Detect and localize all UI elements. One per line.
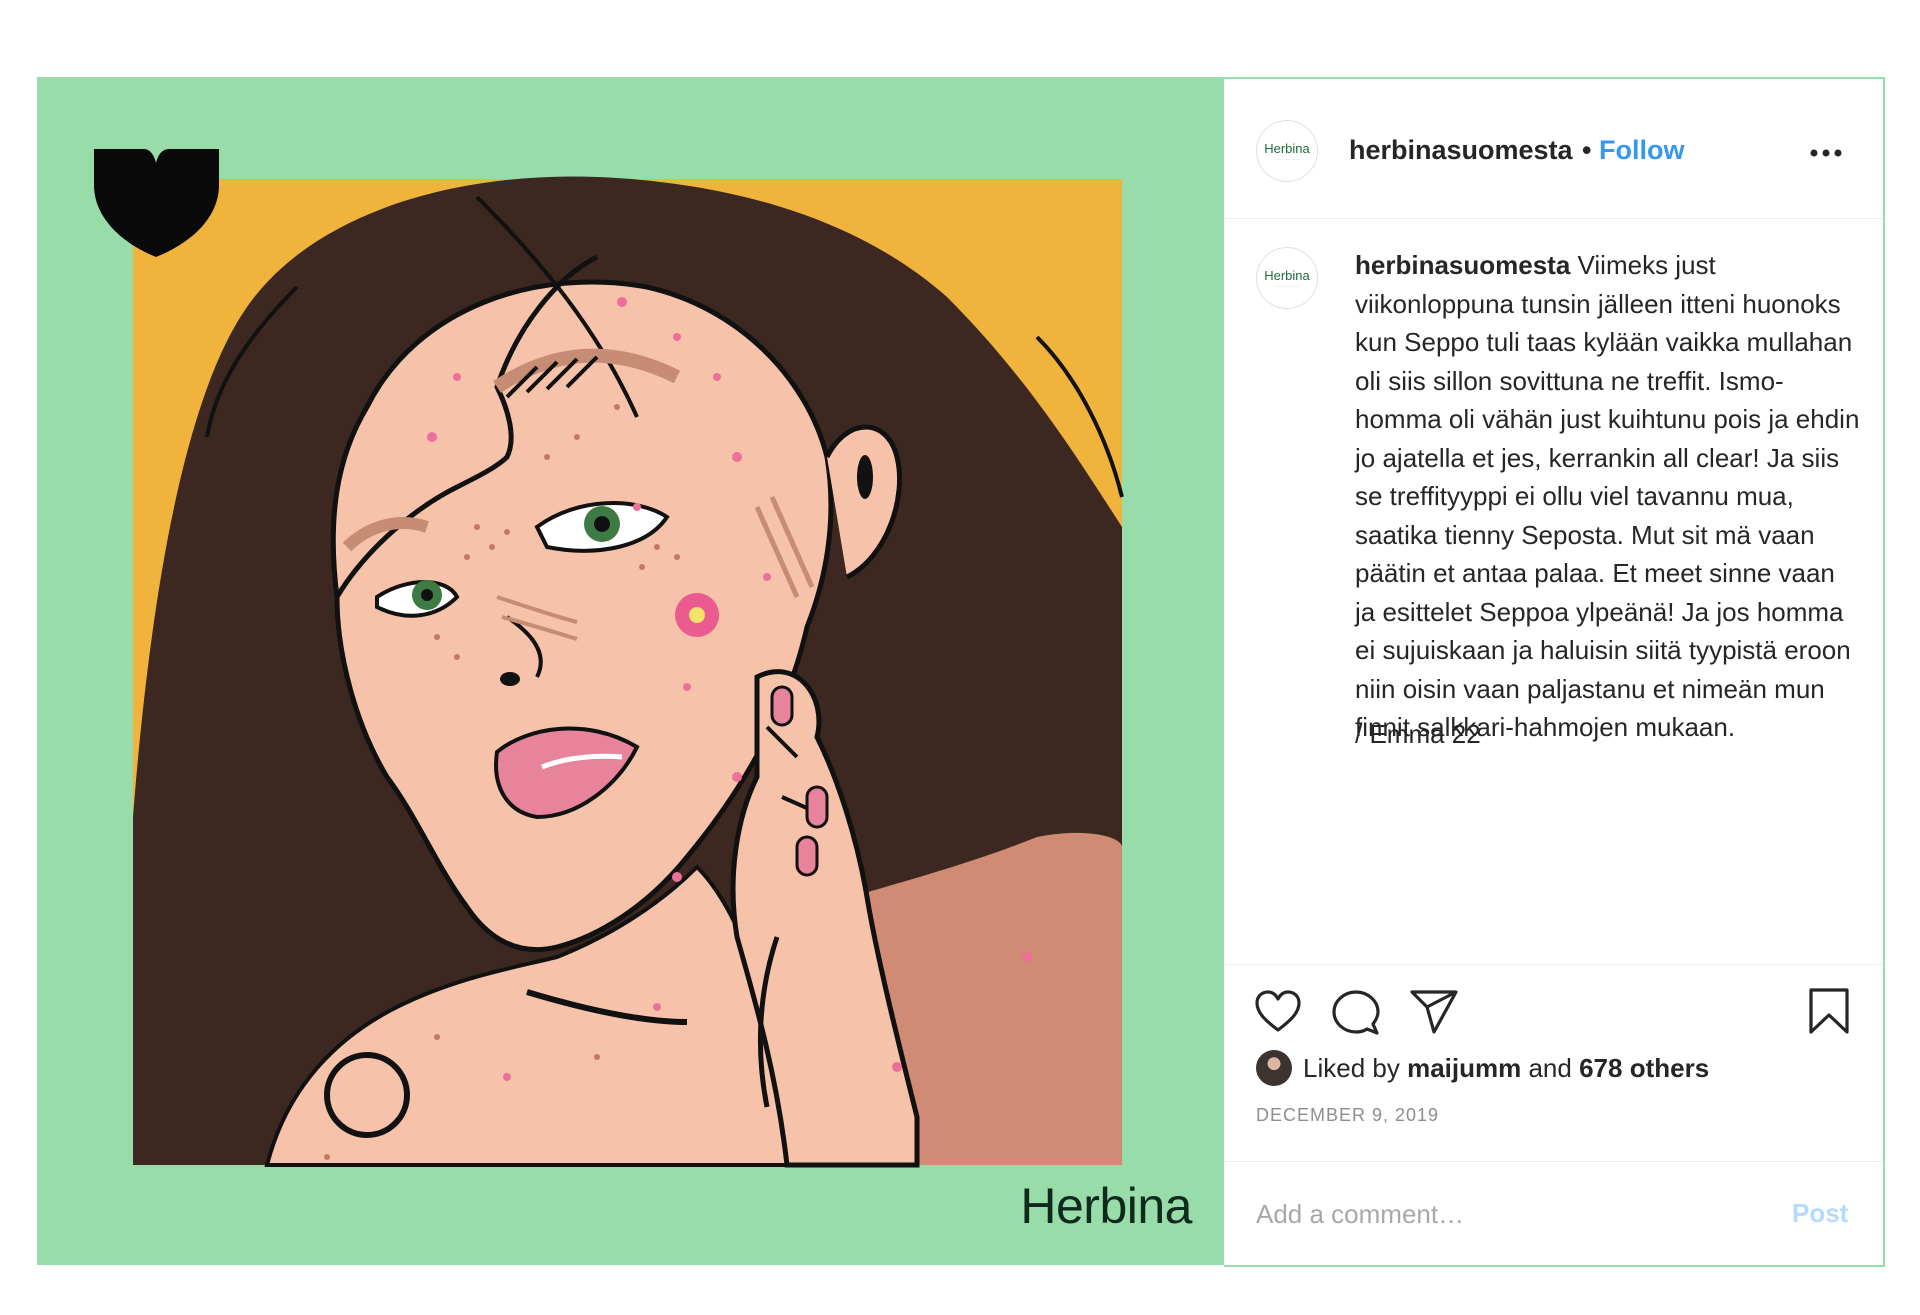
herbina-heart-shield-icon	[94, 149, 219, 257]
more-horizontal-icon[interactable]	[1810, 149, 1842, 157]
header-username[interactable]: herbinasuomesta	[1349, 135, 1573, 166]
avatar-logo-text: Herbina	[1264, 267, 1310, 283]
liker-avatar[interactable]	[1256, 1050, 1292, 1086]
header-separator: •	[1582, 135, 1592, 165]
caption-body: Viimeks just viikonloppuna tunsin jällee…	[1355, 250, 1860, 742]
post-header: Herbina ························· herbin…	[1224, 79, 1883, 219]
herbina-wordmark: Herbina	[1020, 1178, 1192, 1234]
profile-avatar[interactable]: Herbina ·························	[1256, 120, 1318, 182]
caption-username[interactable]: herbinasuomesta	[1355, 250, 1570, 280]
liker-username[interactable]: maijumm	[1407, 1053, 1521, 1083]
send-icon[interactable]	[1410, 989, 1458, 1035]
heart-icon[interactable]	[1254, 989, 1302, 1033]
instagram-post-frame: Herbina Herbina ························…	[37, 77, 1885, 1267]
bookmark-icon[interactable]	[1808, 987, 1850, 1035]
post-comment-button[interactable]: Post	[1792, 1198, 1848, 1229]
caption-signature: / Emma 22	[1355, 719, 1481, 749]
likes-others-link[interactable]: 678 others	[1579, 1053, 1709, 1083]
caption-section: Herbina ························· herbin…	[1224, 219, 1883, 964]
avatar-logo-subline: ·························	[1274, 283, 1300, 288]
post-date[interactable]: DECEMBER 9, 2019	[1256, 1105, 1439, 1126]
likes-middle: and	[1528, 1053, 1572, 1083]
caption-avatar[interactable]: Herbina ·························	[1256, 247, 1318, 309]
post-image[interactable]: Herbina	[37, 77, 1224, 1265]
likes-prefix: Liked by	[1303, 1053, 1400, 1083]
post-side-panel: Herbina ························· herbin…	[1224, 77, 1885, 1267]
caption-text-block: herbinasuomesta Viimeks just viikonloppu…	[1355, 246, 1860, 747]
comment-bar: Post	[1224, 1161, 1883, 1266]
comment-icon[interactable]	[1332, 989, 1380, 1037]
likes-summary: Liked by maijumm and 678 others	[1303, 1053, 1709, 1084]
comment-input[interactable]	[1256, 1194, 1776, 1234]
avatar-logo-text: Herbina	[1264, 140, 1310, 156]
follow-button[interactable]: Follow	[1599, 135, 1684, 166]
avatar-logo-subline: ·························	[1274, 156, 1300, 161]
action-bar: Liked by maijumm and 678 others DECEMBER…	[1224, 964, 1883, 1125]
